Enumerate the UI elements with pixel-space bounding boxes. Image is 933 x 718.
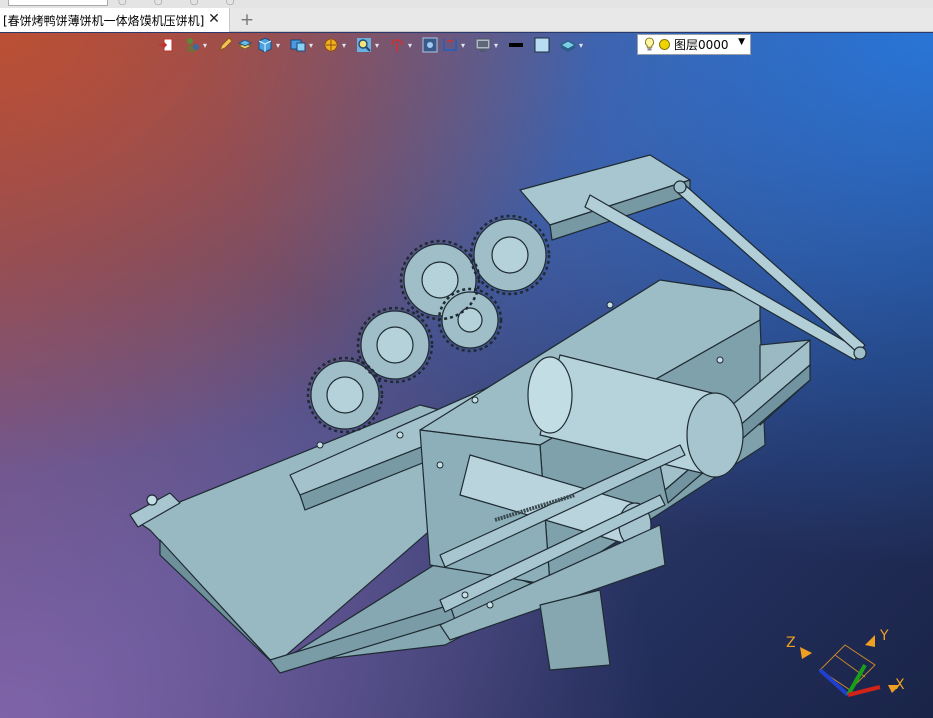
- ruler-icon[interactable]: [441, 36, 459, 54]
- stack-icon[interactable]: [236, 36, 254, 54]
- pencil-icon[interactable]: [216, 36, 234, 54]
- top-strip: ○ ○ ○ ○: [0, 0, 933, 8]
- display-dropdown-caret[interactable]: ▾: [492, 36, 500, 54]
- chevron-down-icon[interactable]: ▼: [738, 37, 745, 47]
- command-input[interactable]: [8, 0, 108, 6]
- layer-color-dot: [659, 39, 670, 50]
- render-icon[interactable]: [289, 36, 307, 54]
- ruler-dropdown-caret[interactable]: ▾: [459, 36, 467, 54]
- axis-triad: Z Y X: [786, 628, 905, 697]
- x-axis-label: X: [895, 677, 905, 693]
- cube-dropdown-caret[interactable]: ▾: [274, 36, 282, 54]
- layer-select[interactable]: 图层0000 ▼: [637, 34, 751, 55]
- cube-icon[interactable]: [256, 36, 274, 54]
- y-axis-label: Y: [879, 628, 889, 644]
- layer-dropdown-caret[interactable]: ▾: [577, 36, 585, 54]
- zoom-dropdown-caret[interactable]: ▾: [373, 36, 381, 54]
- document-tab[interactable]: [春饼烤鸭饼薄饼机一体烙馍机压饼机] ✕: [0, 8, 230, 32]
- machine-model[interactable]: [120, 145, 880, 680]
- view-icon[interactable]: [421, 36, 439, 54]
- tree-icon[interactable]: [183, 36, 201, 54]
- document-tab-bar: [春饼烤鸭饼薄饼机一体烙馍机压饼机] ✕ +: [0, 8, 933, 32]
- quick-access-icons: ○ ○ ○ ○: [118, 0, 247, 7]
- bulb-icon[interactable]: [642, 37, 656, 53]
- document-tab-title: [春饼烤鸭饼薄饼机一体烙馍机压饼机]: [3, 13, 205, 28]
- z-axis-label: Z: [786, 635, 796, 651]
- line-color-icon[interactable]: [507, 36, 525, 54]
- insert-icon[interactable]: [157, 36, 175, 54]
- close-icon[interactable]: ✕: [207, 11, 221, 27]
- tree-dropdown-caret[interactable]: ▾: [201, 36, 209, 54]
- rotate-dropdown-caret[interactable]: ▾: [406, 36, 414, 54]
- new-tab-button[interactable]: +: [238, 10, 256, 30]
- sun-dropdown-caret[interactable]: ▾: [340, 36, 348, 54]
- layer-select-value: 图层0000: [674, 38, 729, 52]
- view-toolbar: ▾ ▾ ▾ ▾ ▾ ▾ ▾ ▾ ▾: [155, 34, 590, 56]
- fill-color-icon[interactable]: [533, 36, 551, 54]
- sun-icon[interactable]: [322, 36, 340, 54]
- z-axis: [818, 668, 850, 697]
- display-icon[interactable]: [474, 36, 492, 54]
- layer-icon[interactable]: [559, 36, 577, 54]
- render-dropdown-caret[interactable]: ▾: [307, 36, 315, 54]
- rotate-icon[interactable]: [388, 36, 406, 54]
- zoom-icon[interactable]: [355, 36, 373, 54]
